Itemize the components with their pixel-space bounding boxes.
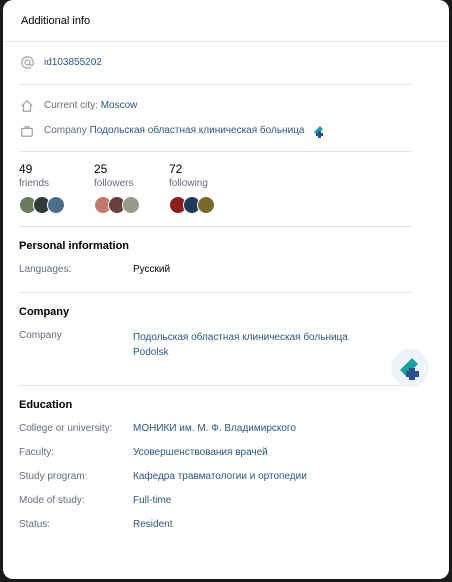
education-value-link[interactable]: Кафедра травматологии и ортопедии bbox=[133, 471, 307, 482]
friends-count: 49 bbox=[19, 162, 33, 176]
company-logo-small-icon bbox=[311, 123, 327, 139]
followers-count: 25 bbox=[94, 162, 108, 176]
personal-info-title: Personal information bbox=[19, 240, 130, 252]
education-row: Faculty: Усовершенствования врачей bbox=[19, 447, 411, 471]
following-avatars bbox=[169, 196, 244, 214]
company-link[interactable]: Подольская областная клиническая больниц… bbox=[90, 125, 305, 136]
friends-stat[interactable]: 49 friends bbox=[19, 162, 94, 226]
modal-header: Additional info bbox=[3, 0, 449, 42]
company-row: Company Подольская областная клиническая… bbox=[19, 118, 411, 143]
stats-section: 49 friends 25 followers 72 following bbox=[19, 152, 411, 227]
company-title: Company bbox=[19, 306, 70, 318]
avatar[interactable] bbox=[197, 196, 215, 214]
company-logo-icon[interactable] bbox=[391, 349, 429, 387]
at-icon bbox=[19, 55, 35, 71]
briefcase-icon bbox=[19, 123, 35, 139]
avatar[interactable] bbox=[47, 196, 65, 214]
user-id-link[interactable]: id103855202 bbox=[44, 57, 102, 68]
education-value-link[interactable]: МОНИКИ им. М. Ф. Владимирского bbox=[133, 423, 296, 434]
location-section: Current city: Moscow Company Подольская … bbox=[19, 85, 411, 152]
company-label: Company bbox=[44, 125, 87, 136]
modal-title: Additional info bbox=[21, 14, 91, 27]
avatar[interactable] bbox=[122, 196, 140, 214]
company-city-link[interactable]: Podolsk bbox=[133, 345, 348, 360]
education-value-link[interactable]: Full-time bbox=[133, 495, 171, 506]
home-icon bbox=[19, 98, 35, 114]
languages-value: Русский bbox=[133, 264, 171, 275]
education-label: Study program: bbox=[19, 471, 88, 482]
city-row: Current city: Moscow bbox=[19, 93, 411, 118]
company-detail-row: Company Подольская областная клиническая… bbox=[19, 330, 411, 360]
followers-stat[interactable]: 25 followers bbox=[94, 162, 169, 226]
education-value-link[interactable]: Resident bbox=[133, 519, 172, 530]
id-row: id103855202 bbox=[19, 50, 411, 75]
following-stat[interactable]: 72 following bbox=[169, 162, 244, 226]
followers-label: followers bbox=[94, 178, 134, 189]
company-name-link[interactable]: Подольская областная клиническая больниц… bbox=[133, 330, 348, 345]
education-row: Mode of study: Full-time bbox=[19, 495, 411, 519]
education-row: Study program: Кафедра травматологии и о… bbox=[19, 471, 411, 495]
city-label: Current city: bbox=[44, 100, 98, 111]
education-row: Status: Resident bbox=[19, 519, 411, 543]
additional-info-modal: Additional info id103855202 Current city… bbox=[3, 0, 449, 579]
contact-section: id103855202 bbox=[19, 42, 411, 85]
education-label: Status: bbox=[19, 519, 51, 530]
education-label: Faculty: bbox=[19, 447, 55, 458]
friends-label: friends bbox=[19, 178, 50, 189]
education-section: Education College or university: МОНИКИ … bbox=[19, 386, 411, 543]
education-label: College or university: bbox=[19, 423, 113, 434]
following-count: 72 bbox=[169, 162, 183, 176]
company-detail-label: Company bbox=[19, 330, 62, 341]
following-label: following bbox=[169, 178, 208, 189]
education-title: Education bbox=[19, 399, 73, 411]
city-link[interactable]: Moscow bbox=[101, 100, 138, 111]
followers-avatars bbox=[94, 196, 169, 214]
languages-row: Languages: Русский bbox=[19, 264, 411, 288]
friends-avatars bbox=[19, 196, 94, 214]
company-section: Company Company Подольская областная кли… bbox=[19, 293, 411, 386]
education-row: College or university: МОНИКИ им. М. Ф. … bbox=[19, 423, 411, 447]
personal-info-section: Personal information Languages: Русский bbox=[19, 227, 411, 293]
languages-label: Languages: bbox=[19, 264, 72, 275]
education-label: Mode of study: bbox=[19, 495, 85, 506]
education-value-link[interactable]: Усовершенствования врачей bbox=[133, 447, 268, 458]
